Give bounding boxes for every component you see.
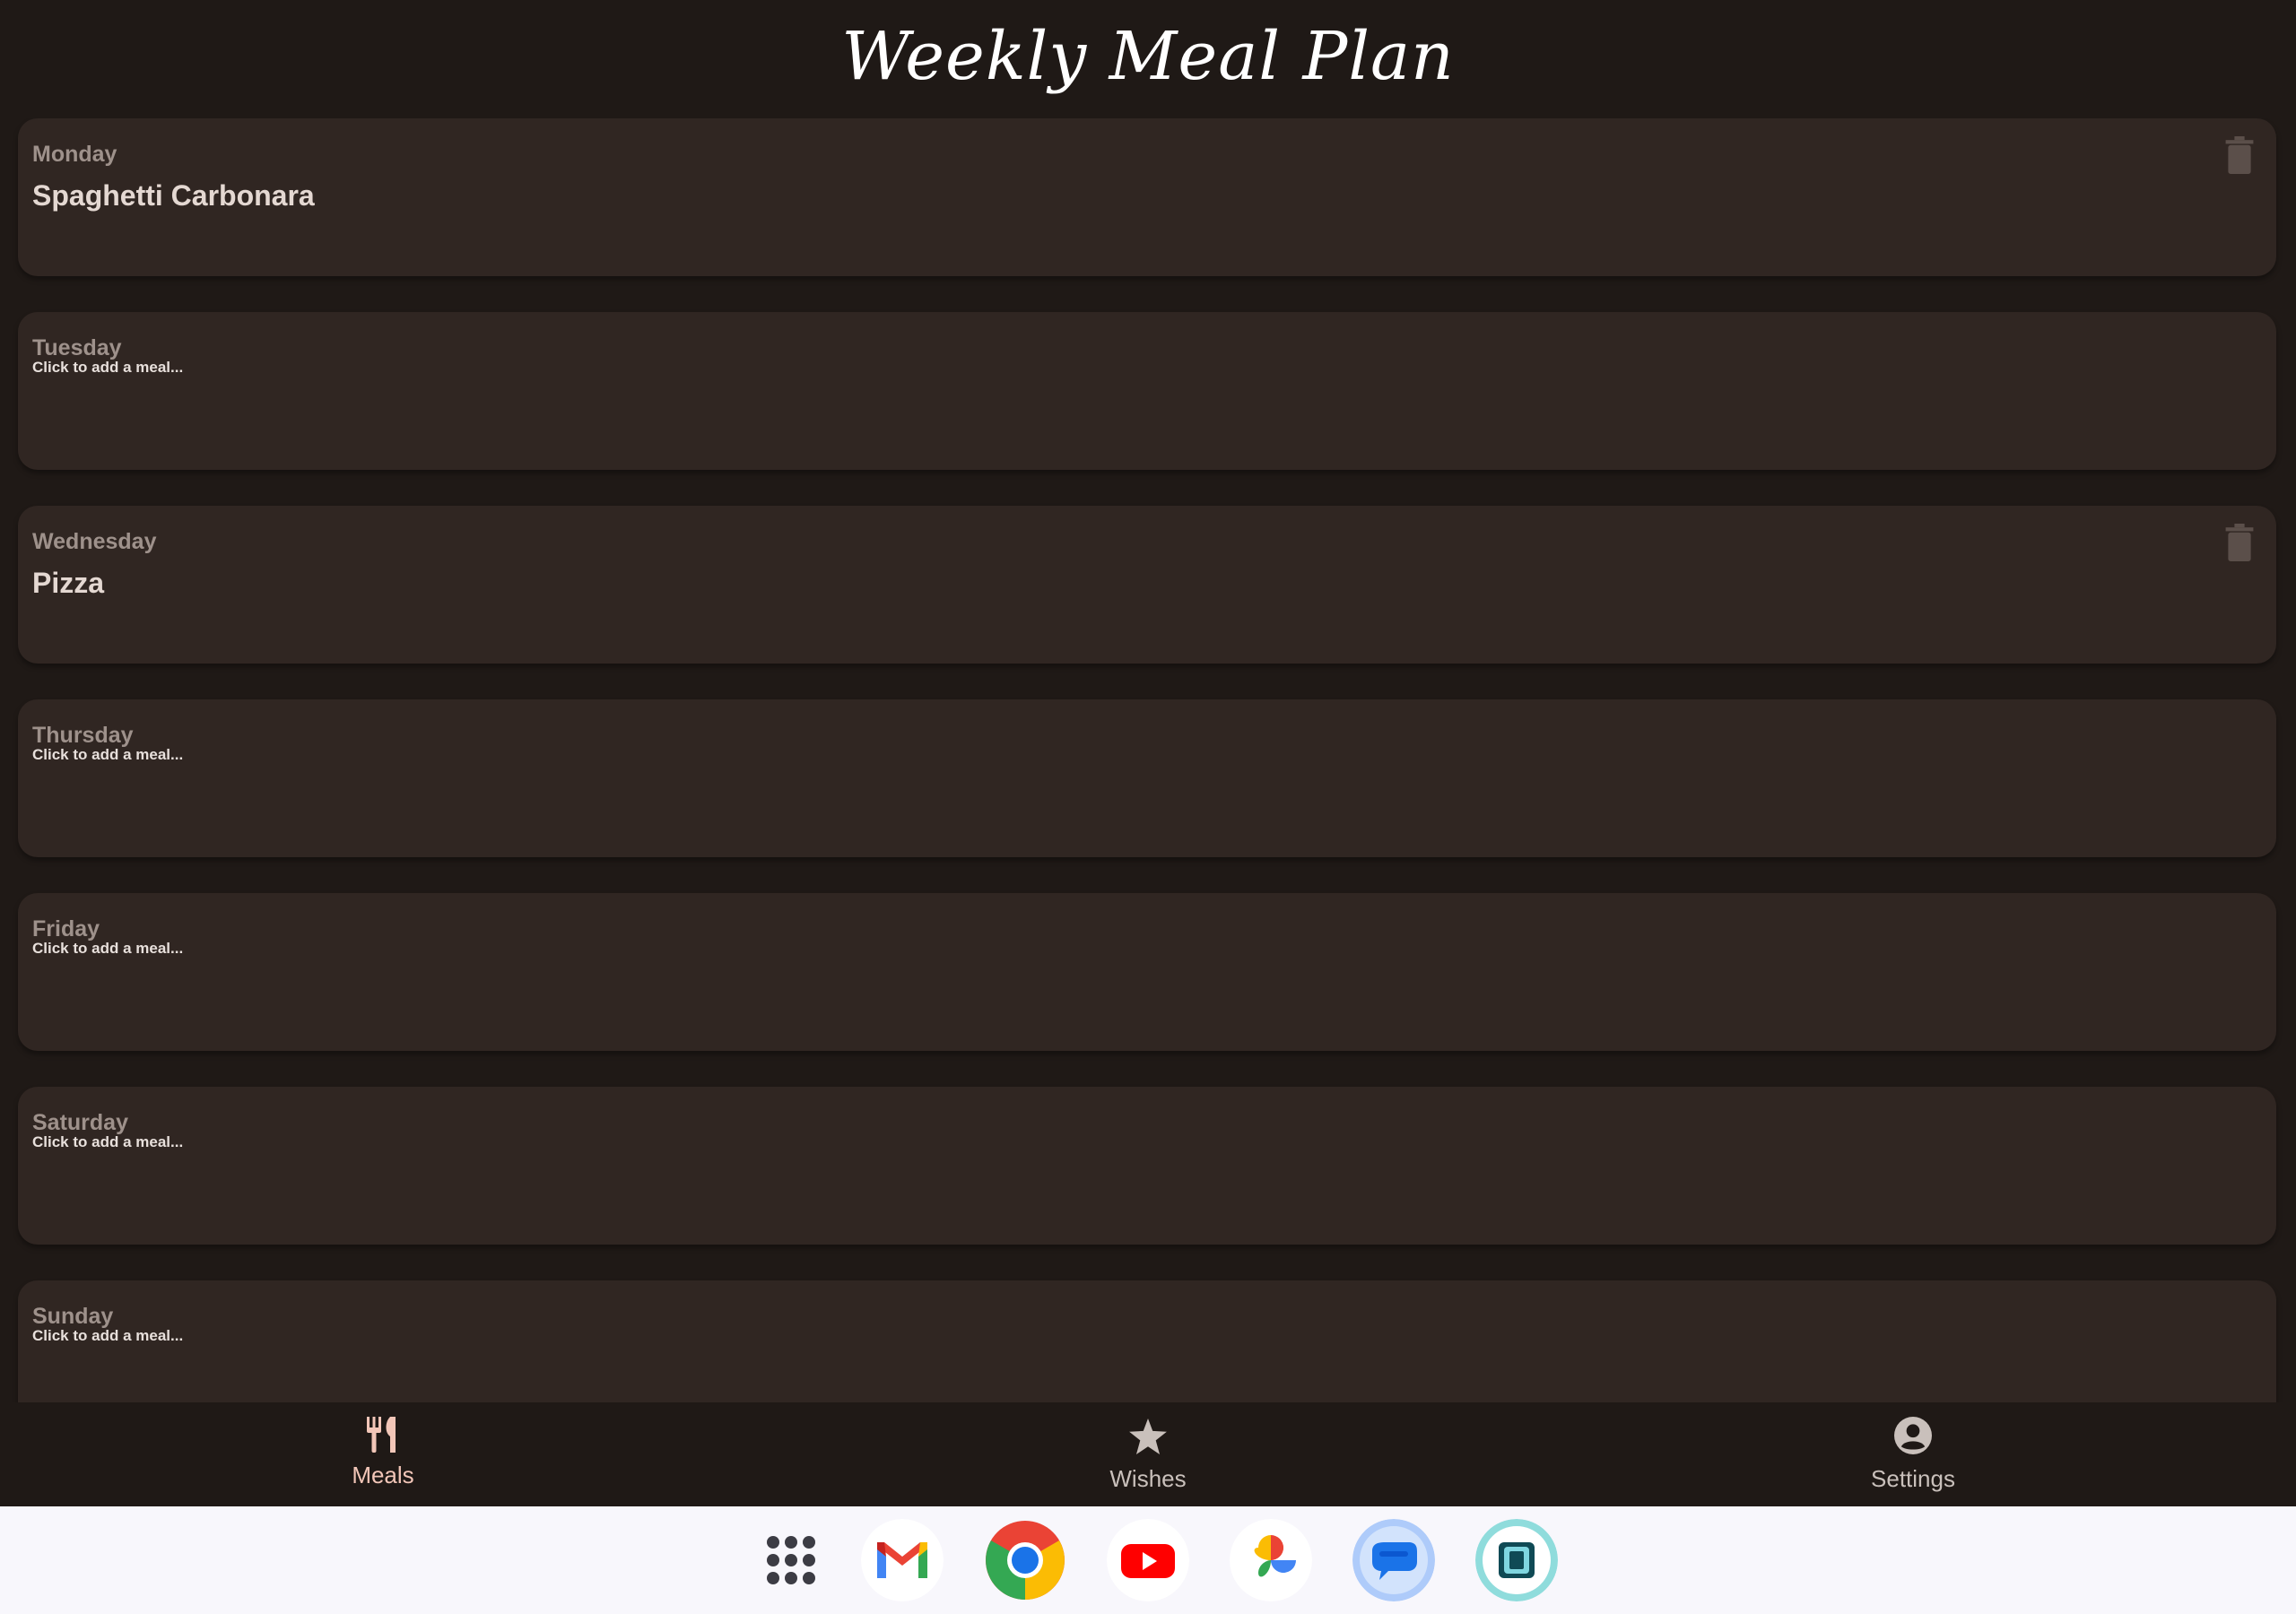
day-card-wednesday[interactable]: Wednesday Pizza	[18, 506, 2276, 664]
day-label: Tuesday	[32, 335, 122, 360]
trash-icon[interactable]	[2224, 136, 2255, 174]
day-label: Saturday	[32, 1110, 128, 1135]
nav-label-meals: Meals	[352, 1462, 414, 1488]
nav-settings[interactable]: Settings	[1779, 1402, 2048, 1506]
nav-meals[interactable]: Meals	[248, 1402, 517, 1506]
add-meal-placeholder[interactable]: Click to add a meal...	[32, 359, 183, 377]
add-meal-placeholder[interactable]: Click to add a meal...	[32, 940, 183, 958]
youtube-icon[interactable]	[1107, 1519, 1189, 1601]
day-label: Monday	[32, 142, 117, 167]
app-icon[interactable]	[1475, 1519, 1558, 1601]
meal-name: Pizza	[32, 567, 105, 599]
day-card-thursday[interactable]: Thursday Click to add a meal...	[18, 699, 2276, 857]
day-card-saturday[interactable]: Saturday Click to add a meal...	[18, 1087, 2276, 1245]
gmail-icon[interactable]	[861, 1519, 944, 1601]
day-label: Thursday	[32, 723, 134, 748]
account-circle-icon	[1894, 1417, 1932, 1454]
photos-icon[interactable]	[1230, 1519, 1312, 1601]
day-card-tuesday[interactable]: Tuesday Click to add a meal...	[18, 312, 2276, 470]
chrome-icon[interactable]	[984, 1519, 1066, 1601]
day-card-sunday[interactable]: Sunday Click to add a meal...	[18, 1280, 2276, 1402]
day-label: Friday	[32, 916, 100, 941]
fork-knife-icon	[367, 1417, 396, 1453]
meal-plan-app: Weekly Meal Plan Monday Spaghetti Carbon…	[0, 0, 2296, 1506]
add-meal-placeholder[interactable]: Click to add a meal...	[32, 746, 183, 764]
system-taskbar	[0, 1506, 2296, 1614]
bottom-navigation: Meals Wishes Settings	[0, 1402, 2296, 1506]
add-meal-placeholder[interactable]: Click to add a meal...	[32, 1133, 183, 1151]
nav-label-wishes: Wishes	[1109, 1465, 1187, 1492]
meal-name: Spaghetti Carbonara	[32, 179, 315, 212]
app-drawer-icon[interactable]	[750, 1519, 832, 1601]
day-card-monday[interactable]: Monday Spaghetti Carbonara	[18, 118, 2276, 276]
nav-label-settings: Settings	[1871, 1465, 1955, 1492]
messages-icon[interactable]	[1352, 1519, 1435, 1601]
day-label: Sunday	[32, 1304, 114, 1329]
meal-list[interactable]: Monday Spaghetti Carbonara Tuesday Click…	[0, 118, 2296, 1402]
add-meal-placeholder[interactable]: Click to add a meal...	[32, 1327, 183, 1345]
trash-icon[interactable]	[2224, 524, 2255, 561]
nav-wishes[interactable]: Wishes	[1013, 1402, 1283, 1506]
day-label: Wednesday	[32, 529, 157, 554]
page-title: Weekly Meal Plan	[841, 18, 1455, 95]
star-icon	[1129, 1419, 1167, 1454]
day-card-friday[interactable]: Friday Click to add a meal...	[18, 893, 2276, 1051]
